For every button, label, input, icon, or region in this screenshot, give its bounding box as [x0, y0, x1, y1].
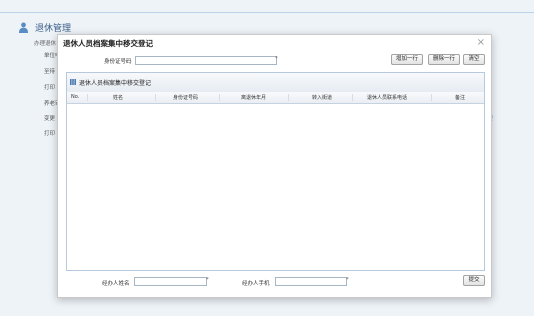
handler-phone-label: 经办人手机: [242, 281, 270, 287]
required-mark: *: [206, 277, 209, 283]
records-panel: 退休人员档案集中移交登记 No. 姓名 身份证号码 离退休年月 转入街道 退休人…: [66, 72, 485, 271]
dialog-title: 退休人员档案集中移交登记: [63, 39, 153, 48]
menu-item[interactable]: 打印: [44, 83, 55, 91]
menu-item[interactable]: 打印: [44, 129, 55, 137]
handler-phone-input[interactable]: [275, 277, 347, 286]
panel-title: 退休人员档案集中移交登记: [79, 80, 152, 87]
table-body: [67, 104, 484, 270]
panel-header: 退休人员档案集中移交登记: [67, 73, 484, 93]
column-divider: [288, 94, 289, 101]
required-mark: *: [346, 277, 349, 283]
table-header: No. 姓名 身份证号码 离退休年月 转入街道 退休人员联系电话 备注: [67, 92, 484, 104]
grid-icon: [70, 79, 76, 85]
menu-item[interactable]: 变更: [44, 114, 55, 122]
column-header-id: 身份证号码: [173, 95, 199, 101]
top-bar: [0, 0, 534, 13]
id-number-input[interactable]: [135, 56, 277, 65]
menu-item[interactable]: 至待: [44, 67, 55, 75]
column-divider: [87, 94, 88, 101]
column-header-phone: 退休人员联系电话: [367, 95, 408, 101]
handler-name-input[interactable]: [134, 277, 207, 286]
section-title: 退休管理: [35, 23, 72, 34]
column-header-remark: 备注: [455, 95, 466, 101]
column-header-no: No.: [71, 94, 80, 100]
section-subtitle: 办理退休: [34, 41, 57, 47]
column-header-name: 姓名: [113, 95, 124, 101]
delete-row-button[interactable]: 删除一行: [428, 54, 460, 65]
submit-button[interactable]: 提交: [463, 275, 485, 286]
column-divider: [431, 94, 432, 101]
close-icon[interactable]: ×: [477, 36, 485, 50]
transfer-dialog: 退休人员档案集中移交登记 × 身份证号码 * 增加一行 删除一行 清空 退休人员…: [57, 34, 492, 298]
column-divider: [219, 94, 220, 101]
column-header-retire-date: 离退休年月: [241, 95, 267, 101]
user-icon: [18, 22, 29, 33]
add-row-button[interactable]: 增加一行: [391, 54, 423, 65]
clear-button[interactable]: 清空: [463, 54, 485, 65]
column-divider: [155, 94, 156, 101]
column-divider: [352, 94, 353, 101]
section-header: 退休管理: [18, 20, 71, 34]
required-mark: *: [275, 56, 278, 62]
id-number-label: 身份证号码: [104, 59, 132, 65]
column-header-street: 转入街道: [312, 95, 333, 101]
handler-name-label: 经办人姓名: [102, 281, 130, 287]
